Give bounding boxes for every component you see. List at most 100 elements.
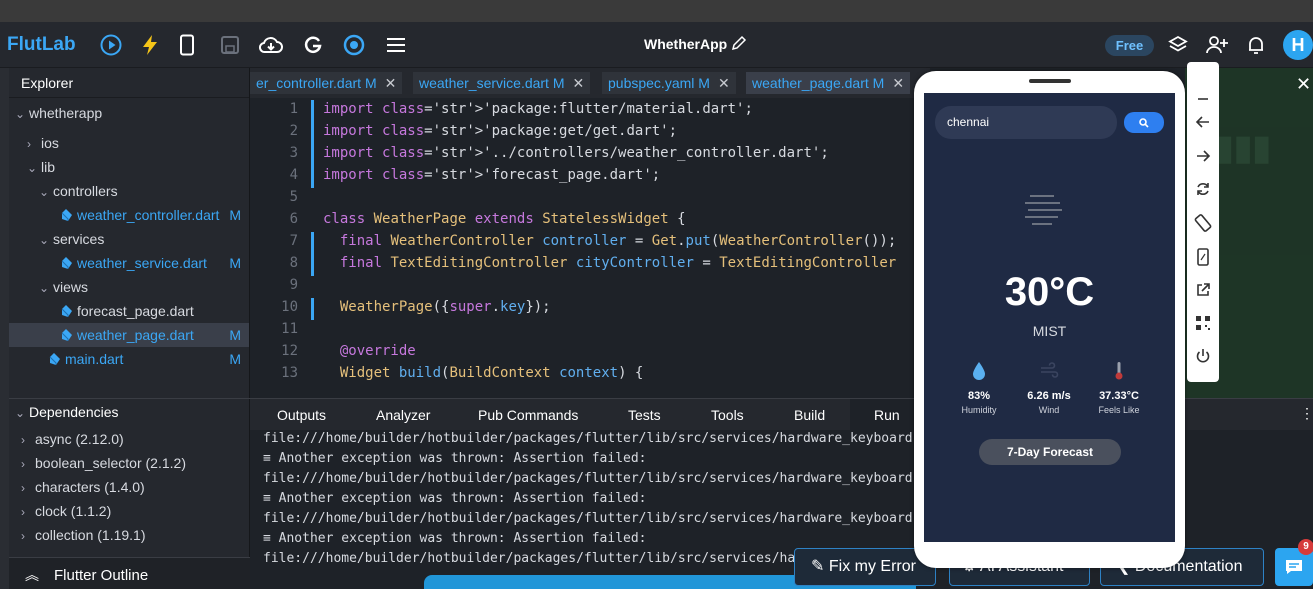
tree-item-label: controllers [53,183,118,199]
browser-strip [0,0,1313,22]
bell-icon[interactable] [1244,33,1268,57]
close-icon[interactable]: ✕ [573,75,585,91]
feels-like-stat: 37.33°C Feels Like [1084,361,1154,415]
console-line: ≡ Another exception was thrown: Assertio… [263,491,647,506]
close-icon[interactable]: ✕ [385,75,397,91]
chevron-down-icon: ⌄ [27,161,38,175]
tree-item[interactable]: ⌄ controllers [9,179,249,203]
app-screen: chennai 30°C MIST 83% Humidity 6.26 m/s … [924,93,1175,542]
dependency-item[interactable]: › clock (1.1.2) [21,499,111,523]
dependency-item[interactable]: › collection (1.19.1) [21,523,146,547]
dependencies-header[interactable]: ⌄ Dependencies [15,404,119,420]
more-vertical-icon[interactable]: ⋮ [1300,405,1313,422]
search-button[interactable] [1124,112,1164,133]
seven-day-forecast-button[interactable]: 7-Day Forecast [979,439,1121,465]
change-marker [311,100,314,188]
qr-code-icon[interactable] [1193,313,1213,333]
dependency-item[interactable]: › characters (1.4.0) [21,475,145,499]
tab-weather-page[interactable]: weather_page.dart M ✕ [746,72,911,94]
panel-tab-outputs[interactable]: Outputs [277,399,326,431]
menu-icon[interactable] [384,33,408,57]
tab-weather-controller[interactable]: er_controller.dart M ✕ [250,72,403,94]
wind-icon [1041,362,1059,378]
tree-item[interactable]: weather_service.dart M [9,251,249,275]
outline-title: Flutter Outline [54,567,149,584]
line-number: 6 [289,211,298,227]
tree-item[interactable]: › ios [9,131,249,155]
line-number: 2 [289,123,298,139]
tree-item-label: weather_controller.dart [77,207,220,223]
brand-logo[interactable]: FlutLab [7,34,76,56]
panel-tab-tests[interactable]: Tests [628,399,661,431]
arrow-left-icon[interactable] [1193,112,1213,132]
line-number: 1 [289,101,298,117]
close-icon[interactable]: ✕ [718,75,730,91]
code-editor[interactable]: 1 import class='str'>'package:flutter/mat… [250,98,920,396]
modified-marker: M [229,207,241,223]
tree-item[interactable]: ⌄ views [9,275,249,299]
arrow-right-icon[interactable] [1193,146,1213,166]
add-user-icon[interactable] [1205,33,1229,57]
refresh-icon[interactable] [1193,179,1213,199]
minimize-icon[interactable] [1193,84,1213,104]
chevron-down-icon: ⌄ [39,281,50,295]
tree-item-label: weather_service.dart [77,255,207,271]
hot-reload-icon[interactable] [138,33,162,57]
chevron-up-icon: ︽ [25,567,39,583]
tree-item[interactable]: weather_controller.dart M [9,203,249,227]
save-icon[interactable] [218,33,242,57]
panel-tab-build[interactable]: Build [794,399,825,431]
device-preview: chennai 30°C MIST 83% Humidity 6.26 m/s … [914,71,1185,568]
background-graphic: ▮▮▮ [1215,129,1272,167]
close-preview-icon[interactable]: ✕ [1296,74,1311,95]
firebase-icon[interactable] [342,33,366,57]
code-line: import class='str'>'package:get/get.dart… [323,123,678,139]
tab-pubspec[interactable]: pubspec.yaml M ✕ [602,72,736,94]
line-number: 13 [281,365,298,381]
dependency-item[interactable]: › async (2.12.0) [21,427,124,451]
tree-item-label: views [53,279,89,295]
phone-icon[interactable] [1193,247,1213,267]
tree-item[interactable]: ⌄ services [9,227,249,251]
tab-weather-service[interactable]: weather_service.dart M ✕ [413,72,591,94]
dependency-item[interactable]: › boolean_selector (2.1.2) [21,451,186,475]
rotate-device-icon[interactable] [1193,213,1213,233]
panel-tab-run[interactable]: Run [850,399,924,431]
tree-item-label: forecast_page.dart [77,303,194,319]
run-icon[interactable] [99,33,123,57]
tree-item[interactable]: ⌄ whetherapp [9,101,249,125]
chevron-down-icon: ⌄ [15,107,26,121]
tree-item[interactable]: main.dart M [9,347,249,371]
power-icon[interactable] [1193,346,1213,366]
line-number: 3 [289,145,298,161]
panel-tab-pub-commands[interactable]: Pub Commands [478,399,578,431]
modified-marker: M [229,327,241,343]
tree-item[interactable]: weather_page.dart M [9,323,249,347]
editor-tabs: er_controller.dart M ✕ weather_service.da… [250,68,930,98]
tree-item[interactable]: ⌄ lib [9,155,249,179]
mist-icon [1022,193,1064,234]
dependency-label: clock (1.1.2) [35,503,112,519]
device-icon[interactable] [175,33,199,57]
open-external-icon[interactable] [1193,280,1213,300]
close-icon[interactable]: ✕ [892,75,904,91]
dependency-label: boolean_selector (2.1.2) [35,455,186,471]
line-number: 5 [289,189,298,205]
flutter-outline-panel[interactable]: ︽ Flutter Outline [9,557,250,589]
cloud-download-icon[interactable] [259,33,283,57]
google-icon[interactable] [301,33,325,57]
city-search-input[interactable]: chennai [935,106,1117,139]
dependencies-panel: ⌄ Dependencies › async (2.12.0) › boolean_se… [9,398,250,558]
plan-badge[interactable]: Free [1105,35,1154,56]
panel-tab-analyzer[interactable]: Analyzer [376,399,430,431]
layers-icon[interactable] [1166,33,1190,57]
chevron-right-icon: › [21,457,25,471]
dependency-label: async (2.12.0) [35,431,124,447]
console-line: file:///home/builder/hotbuilder/packages… [263,511,920,526]
pencil-icon[interactable] [731,35,747,56]
dart-file-icon [61,329,72,341]
tree-item[interactable]: forecast_page.dart [9,299,249,323]
line-number: 11 [281,321,298,337]
avatar[interactable]: H [1283,30,1313,60]
panel-tab-tools[interactable]: Tools [711,399,744,431]
